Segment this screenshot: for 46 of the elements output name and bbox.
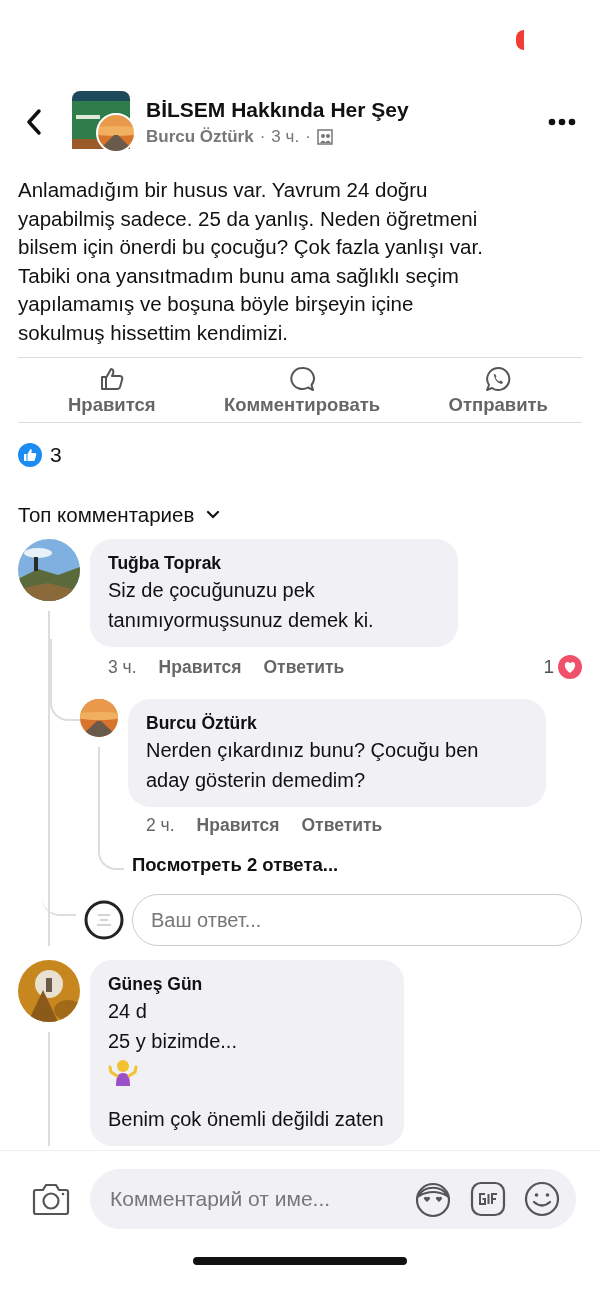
comment-button[interactable]: Комментировать (224, 366, 381, 416)
shrugging-figure-icon (108, 1058, 138, 1086)
comment-field[interactable]: Комментарий от име... (90, 1169, 576, 1229)
avatar-sticker-icon[interactable] (414, 1180, 452, 1218)
view-replies-link[interactable]: Посмотреть 2 ответа... (132, 854, 339, 876)
whatsapp-icon (485, 366, 512, 392)
recording-indicator-icon (516, 30, 524, 50)
commenter-name[interactable]: Burcu Öztürk (146, 711, 526, 735)
reply-link[interactable]: Ответить (301, 815, 383, 836)
thumbs-up-icon (98, 366, 125, 392)
camera-icon[interactable] (32, 1182, 70, 1216)
comment-text: Benim çok önemli değildi zaten (108, 1107, 384, 1132)
comment-text: Siz de çocuğunuzu pek tanımıyormuşsunuz demek ki. (108, 578, 375, 633)
like-link[interactable]: Нравится (196, 815, 280, 836)
speech-bubble-icon (289, 366, 316, 392)
separator: · (305, 127, 311, 147)
comment-time: 2 ч. (146, 815, 175, 836)
sort-comments-dropdown[interactable]: Топ комментариев (18, 503, 221, 527)
post-text: Anlamadığım bir husus var. Yavrum 24 doğru yapabilmiş sadece. 25 da yanlış. Neden öğretmeni bilsem için önerdi bu çocuğu? Çok fazla yanlışı var. Tabiki ona yansıtmadım bunu ama sağlıklı seçim yapılamamış ve boşuna böyle birşeyin içine sokulmuş hissettim kendimizi. (18, 176, 582, 358)
share-button[interactable]: Отправить (448, 366, 548, 416)
reaction-count[interactable]: 1 (543, 656, 554, 678)
like-button[interactable]: Нравится (68, 366, 156, 416)
back-icon[interactable] (24, 108, 44, 136)
group-name[interactable]: BİLSEM Hakkında Her Şey (146, 97, 548, 123)
post-time: 3 ч. (271, 127, 300, 147)
author-name[interactable]: Burcu Öztürk (146, 127, 254, 147)
heart-reaction-icon (558, 655, 582, 679)
comment-text: 24 d (108, 999, 148, 1024)
more-options-icon[interactable] (548, 118, 576, 126)
gif-icon[interactable] (470, 1181, 506, 1217)
commenter-name[interactable]: Güneş Gün (108, 972, 384, 996)
reply-link[interactable]: Ответить (263, 656, 345, 678)
user-avatar-icon (84, 900, 124, 940)
reaction-count[interactable]: 3 (50, 443, 62, 467)
emoji-icon[interactable] (524, 1181, 560, 1217)
like-reaction-icon (18, 443, 42, 467)
like-link[interactable]: Нравится (158, 656, 242, 678)
chevron-down-icon (206, 510, 221, 520)
separator: · (259, 127, 266, 147)
comment-input[interactable]: Комментарий от име... (108, 1186, 396, 1212)
reply-input[interactable]: Ваш ответ... (132, 894, 582, 946)
commenter-name[interactable]: Tuğba Toprak (108, 551, 438, 575)
comment-text: Nerden çıkardınız bunu? Çocuğu ben aday gösterin demedim? (146, 738, 480, 793)
comment-time: 3 ч. (108, 656, 137, 678)
group-audience-icon (316, 129, 333, 145)
comment-text: 25 y bizimde... (108, 1029, 238, 1054)
